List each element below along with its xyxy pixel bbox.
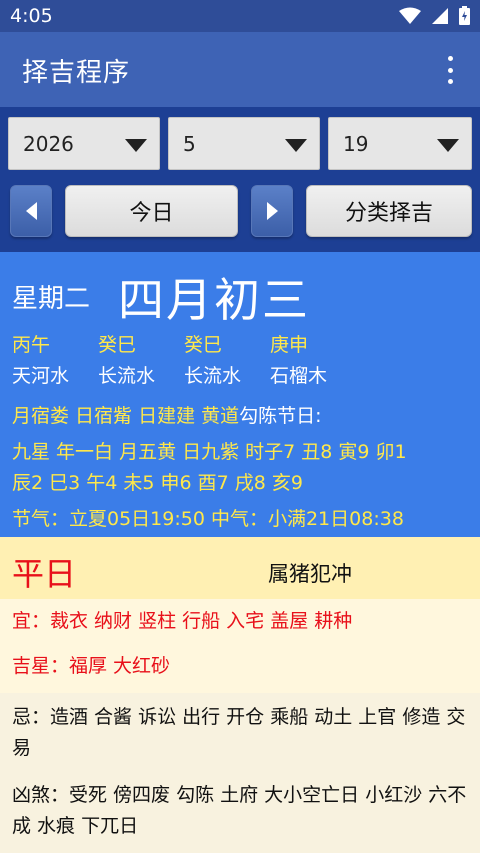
nayin-month: 长流水 xyxy=(98,365,156,387)
month-select[interactable]: 5 xyxy=(168,117,320,170)
ganzhi-hour: 庚申 xyxy=(270,334,309,356)
ganzhi-row: 丙午 癸巳 癸巳 庚申 xyxy=(12,330,356,357)
jiuxing-row-2: 辰2 巳3 午4 未5 申6 酉7 戌8 亥9 xyxy=(12,472,303,494)
category-select-button[interactable]: 分类择吉 xyxy=(306,185,472,237)
ji-text: 忌：造酒 合酱 诉讼 出行 开仓 乘船 动土 上官 修造 交易 xyxy=(12,706,466,759)
day-type-panel: 平日 属猪犯冲 xyxy=(0,537,480,599)
date-controls: 2026 5 19 今日 分类择吉 xyxy=(0,107,480,252)
previous-day-button[interactable] xyxy=(10,185,52,237)
arrow-right-icon xyxy=(266,202,278,220)
status-icons xyxy=(399,6,470,25)
inauspicious-panel: 忌：造酒 合酱 诉讼 出行 开仓 乘船 动土 上官 修造 交易 凶煞：受死 傍四… xyxy=(0,693,480,853)
ganzhi-year: 丙午 xyxy=(12,334,51,356)
ganzhi-month: 癸巳 xyxy=(98,334,137,356)
app-title: 择吉程序 xyxy=(22,58,131,88)
app-bar: 择吉程序 xyxy=(0,32,480,107)
ganzhi-day: 癸巳 xyxy=(184,334,223,356)
dropdown-arrow-icon xyxy=(125,139,147,152)
day-value: 19 xyxy=(343,132,369,156)
day-type: 平日 xyxy=(12,555,77,593)
chong-text: 属猪犯冲 xyxy=(268,562,352,586)
year-select[interactable]: 2026 xyxy=(8,117,160,170)
mansion-text: 月宿娄 日宿觜 日建建 黄道 xyxy=(12,405,240,427)
jieqi-row: 节气：立夏05日19:50 中气：小满21日08:38 xyxy=(12,508,404,530)
dropdown-arrow-icon xyxy=(285,139,307,152)
year-value: 2026 xyxy=(23,132,74,156)
month-value: 5 xyxy=(183,132,196,156)
auspicious-panel: 宜：裁衣 纳财 竖柱 行船 入宅 盖屋 耕种 吉星：福厚 大红砂 xyxy=(0,599,480,693)
weekday: 星期二 xyxy=(12,284,91,314)
jiuxing-row-1: 九星 年一白 月五黄 日九紫 时子7 丑8 寅9 卯1 xyxy=(12,441,407,463)
lunar-date: 四月初三 xyxy=(118,273,310,327)
xiongsha-text: 凶煞：受死 傍四废 勾陈 土府 大小空亡日 小红沙 六不成 水痕 下兀日 xyxy=(12,784,467,837)
nayin-row: 天河水 长流水 长流水 石榴木 xyxy=(12,361,356,388)
nayin-hour: 石榴木 xyxy=(270,365,328,387)
signal-icon xyxy=(432,7,448,24)
nayin-year: 天河水 xyxy=(12,365,70,387)
battery-icon xyxy=(459,6,470,25)
jixing-text: 吉星：福厚 大红砂 xyxy=(12,655,171,677)
status-time: 4:05 xyxy=(10,5,53,27)
arrow-left-icon xyxy=(25,202,37,220)
nayin-day: 长流水 xyxy=(184,365,242,387)
mansion-row: 月宿娄 日宿觜 日建建 黄道勾陈 节日: xyxy=(12,401,322,428)
date-info-panel: 星期二 四月初三 丙午 癸巳 癸巳 庚申 天河水 长流水 长流水 石榴木 月宿娄 日宿觜 日… xyxy=(0,252,480,537)
festival-label: 节日: xyxy=(277,405,322,427)
wifi-icon xyxy=(399,7,421,24)
status-bar: 4:05 xyxy=(0,0,480,32)
dropdown-arrow-icon xyxy=(437,139,459,152)
next-day-button[interactable] xyxy=(251,185,293,237)
day-select[interactable]: 19 xyxy=(328,117,472,170)
daoshen-text: 勾陈 xyxy=(239,405,278,427)
yi-text: 宜：裁衣 纳财 竖柱 行船 入宅 盖屋 耕种 xyxy=(12,610,353,632)
today-button[interactable]: 今日 xyxy=(65,185,238,237)
overflow-menu-icon[interactable] xyxy=(438,56,462,84)
